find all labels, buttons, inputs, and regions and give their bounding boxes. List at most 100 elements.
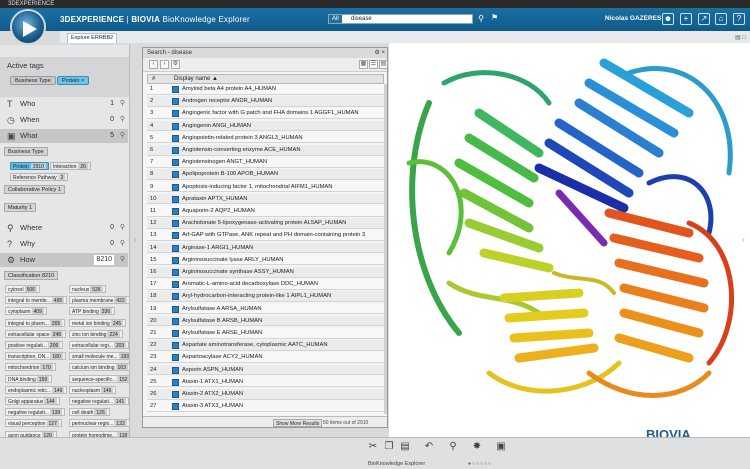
settings-icon[interactable]: ⚙ <box>171 60 180 69</box>
detail-view-icon[interactable]: ▤ <box>379 60 387 69</box>
dimension-where[interactable]: ⚲ Where 0 ⚲ <box>0 221 128 235</box>
dimension-who[interactable]: Т Who 1 ⚲ <box>0 97 128 111</box>
row-display-name[interactable]: Arginase-1 ARGI1_HUMAN <box>182 243 253 253</box>
table-row[interactable]: 1 Amyloid beta A4 protein A4_HUMAN <box>147 84 384 95</box>
table-row[interactable]: 27 Ataxin-3 ATX3_HUMAN <box>147 401 384 412</box>
search-scope-dropdown[interactable]: All <box>329 15 342 23</box>
close-icon[interactable]: ⚙ × <box>374 48 385 58</box>
classification-tag[interactable]: plasma membrane 422 <box>69 296 129 305</box>
row-display-name[interactable]: Aromatic-L-amino-acid decarboxylase DDC_… <box>182 279 318 289</box>
table-row[interactable]: 21 Arylsulfatase E ARSE_HUMAN <box>147 328 384 339</box>
table-row[interactable]: 14 Arginase-1 ARGI1_HUMAN <box>147 242 384 254</box>
row-display-name[interactable]: Amyloid beta A4 protein A4_HUMAN <box>182 84 276 94</box>
table-row[interactable]: 9 Apoptosis-inducing factor 1, mitochondr… <box>147 181 384 193</box>
table-row[interactable]: 23 Aspartoacylase ACY2_HUMAN <box>147 352 384 364</box>
cut-icon[interactable]: ✂ <box>366 440 380 454</box>
back-icon[interactable]: ‹ <box>149 60 158 69</box>
tag-protein[interactable]: Protein 2910 <box>10 162 49 170</box>
classification-tag[interactable]: cytosol 506 <box>5 285 40 293</box>
list-view-icon[interactable]: ☰ <box>369 60 378 69</box>
table-row[interactable]: 15 Argininosuccinate lyase ARLY_HUMAN <box>147 254 384 266</box>
scrollbar[interactable] <box>384 84 387 414</box>
table-row[interactable]: 18 Aryl-hydrocarbon-interacting protein-l… <box>147 291 384 303</box>
table-row[interactable]: 10 Aprataxin APTX_HUMAN <box>147 193 384 205</box>
row-display-name[interactable]: Angiotensinogen ANGT_HUMAN <box>182 157 267 167</box>
classification-tag[interactable]: perinuclear regio... 122 <box>69 419 129 428</box>
row-display-name[interactable]: Angiogenic factor with G patch and FHA d… <box>182 108 359 118</box>
row-display-name[interactable]: Apoptosis-inducing factor 1, mitochondri… <box>182 182 332 192</box>
classification-section[interactable]: Classification 8210 <box>4 271 59 280</box>
classification-tag[interactable]: endoplasmic retic... 149 <box>5 385 67 394</box>
show-more-button[interactable]: Show More Results <box>273 419 323 427</box>
tag-icon[interactable]: ⚑ <box>491 13 498 22</box>
search-box[interactable]: All disease ⚲ <box>328 14 484 24</box>
row-display-name[interactable]: Androgen receptor ANDR_HUMAN <box>182 96 272 106</box>
business-type-section[interactable]: Business Type <box>4 147 48 156</box>
row-display-name[interactable]: Argininosuccinate synthase ASSY_HUMAN <box>182 267 294 277</box>
forward-icon[interactable]: › <box>160 60 169 69</box>
classification-tag[interactable]: transcription, DN... 180 <box>5 352 66 361</box>
row-display-name[interactable]: Apolipoprotein B-100 APOB_HUMAN <box>182 169 278 179</box>
classification-tag[interactable]: nucleus 526 <box>69 285 106 293</box>
collapse-right-icon[interactable]: › <box>742 235 745 244</box>
col-name-header[interactable]: Display name ▲ <box>174 75 218 84</box>
table-row[interactable]: 26 Ataxin-2 ATX2_HUMAN <box>147 389 384 400</box>
row-display-name[interactable]: Arylsulfatase E ARSE_HUMAN <box>182 328 262 338</box>
table-row[interactable]: 24 Asporin ASPN_HUMAN <box>147 364 384 376</box>
classification-tag[interactable]: extracellular regi... 203 <box>69 341 129 349</box>
row-display-name[interactable]: Ataxin-3 ATX3_HUMAN <box>182 401 243 411</box>
search-icon[interactable]: ⚲ <box>120 221 125 235</box>
table-row[interactable]: 11 Aquaporin-2 AQP2_HUMAN <box>147 206 384 217</box>
row-display-name[interactable]: Angiogenin ANGI_HUMAN <box>182 121 251 131</box>
row-display-name[interactable]: Aspartoacylase ACY2_HUMAN <box>182 352 263 362</box>
table-row[interactable]: 5 Angiopoietin-related protein 3 ANGL3_HU… <box>147 132 384 144</box>
search-icon[interactable]: ⚲ <box>478 14 484 23</box>
row-display-name[interactable]: Angiotensin-converting enzyme ACE_HUMAN <box>182 145 301 155</box>
classification-tag[interactable]: integral to plasm... 265 <box>5 318 66 327</box>
search-input[interactable]: disease <box>351 15 372 23</box>
dimension-what[interactable]: ▣ What 5 ⚲ <box>0 129 128 143</box>
row-display-name[interactable]: Angiopoietin-related protein 3 ANGL3_HUM… <box>182 133 303 143</box>
classification-tag[interactable]: nucleoplasm 146 <box>69 385 117 394</box>
compass-play-icon[interactable] <box>10 9 46 45</box>
paste-icon[interactable]: ▤ <box>398 440 412 454</box>
page-dots[interactable]: ●○○○○○ <box>468 461 492 467</box>
search-icon[interactable]: ⚲ <box>120 253 125 267</box>
classification-tag[interactable]: calcium ion binding 163 <box>69 363 129 372</box>
table-row[interactable]: 7 Angiotensinogen ANGT_HUMAN <box>147 157 384 168</box>
grid-view-icon[interactable]: ▦ <box>359 60 368 69</box>
table-row[interactable]: 19 Arylsulfatase A ARSA_HUMAN <box>147 303 384 315</box>
classification-tag[interactable]: extracellular space 248 <box>5 329 67 338</box>
table-row[interactable]: 16 Argininosuccinate synthase ASSY_HUMAN <box>147 267 384 278</box>
table-row[interactable]: 4 Angiogenin ANGI_HUMAN <box>147 120 384 132</box>
dimension-why[interactable]: ? Why 0 ⚲ <box>0 237 128 251</box>
row-display-name[interactable]: Arachidonate 5-lipoxygenase-activating p… <box>182 218 346 228</box>
zoom-icon[interactable]: ⚲ <box>446 440 460 454</box>
table-row[interactable]: 25 Ataxin-1 ATX1_HUMAN <box>147 376 384 388</box>
row-display-name[interactable]: Asporin ASPN_HUMAN <box>182 365 243 375</box>
classification-tag[interactable]: mitochondrion 170 <box>5 363 56 372</box>
network-icon[interactable]: ✸ <box>470 440 484 454</box>
search-icon[interactable]: ⚲ <box>120 97 125 111</box>
classification-tag[interactable]: zinc ion binding 224 <box>69 329 123 338</box>
table-row[interactable]: 2 Androgen receptor ANDR_HUMAN <box>147 96 384 107</box>
table-row[interactable]: 20 Arylsulfatase B ARSB_HUMAN <box>147 315 384 327</box>
table-row[interactable]: 17 Aromatic-L-amino-acid decarboxylase DD… <box>147 279 384 290</box>
row-display-name[interactable]: Arylsulfatase A ARSA_HUMAN <box>182 304 262 314</box>
add-icon[interactable]: + <box>680 13 692 25</box>
active-tag-protein[interactable]: Protein × <box>57 76 90 85</box>
table-row[interactable]: 6 Angiotensin-converting enzyme ACE_HUMAN <box>147 145 384 156</box>
row-display-name[interactable]: Aprataxin APTX_HUMAN <box>182 194 247 204</box>
classification-tag[interactable]: cytoplasm 409 <box>5 307 47 316</box>
row-display-name[interactable]: Aspartate aminotransferase, cytoplasmic … <box>182 340 328 350</box>
classification-tag[interactable]: sequence-specific... 152 <box>69 374 129 383</box>
classification-tag[interactable]: ATP binding 336 <box>69 307 116 316</box>
classification-tag[interactable]: visual perception 127 <box>5 419 62 428</box>
window-icon[interactable]: ▣ <box>494 440 508 454</box>
collapse-left-icon[interactable]: ‹ <box>134 235 137 244</box>
classification-tag[interactable]: metal ion binding 245 <box>69 318 127 327</box>
classification-tag[interactable]: positive regulati... 206 <box>5 341 64 349</box>
share-icon[interactable]: ↗ <box>698 13 710 25</box>
collaborative-policy-section[interactable]: Collaborative Policy 1 <box>4 185 65 194</box>
row-display-name[interactable]: Ataxin-2 ATX2_HUMAN <box>182 389 243 399</box>
